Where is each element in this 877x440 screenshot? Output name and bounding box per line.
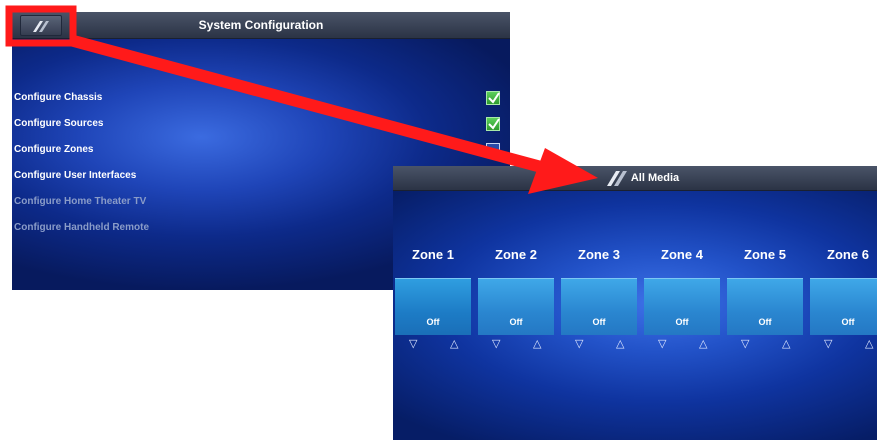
window-title: All Media bbox=[630, 172, 680, 184]
zone-5-status: Off bbox=[758, 317, 772, 327]
zone-5-volume-down-button[interactable]: ▽ bbox=[741, 337, 749, 350]
sources-checkbox[interactable] bbox=[486, 117, 500, 131]
zone-3-volume-up-button[interactable]: △ bbox=[616, 337, 624, 350]
zone-1-status: Off bbox=[426, 317, 440, 327]
zones-checkbox[interactable] bbox=[486, 143, 500, 157]
zone-1-volume-up-button[interactable]: △ bbox=[450, 337, 458, 350]
zone-3-label: Zone 3 bbox=[578, 247, 620, 262]
title-bar: System Configuration bbox=[12, 12, 510, 39]
zone-2-status: Off bbox=[509, 317, 523, 327]
zone-5-label: Zone 5 bbox=[744, 247, 786, 262]
zone-2-volume-down-button[interactable]: ▽ bbox=[492, 337, 500, 350]
zone-4-status: Off bbox=[675, 317, 689, 327]
zone-2-label: Zone 2 bbox=[495, 247, 537, 262]
zone-6-volume-up-button[interactable]: △ bbox=[865, 337, 873, 350]
configure-user-interfaces-item[interactable]: Configure User Interfaces bbox=[14, 168, 149, 194]
zone-3-status: Off bbox=[592, 317, 606, 327]
zone-4-label: Zone 4 bbox=[661, 247, 703, 262]
title-bar: All Media bbox=[393, 166, 877, 191]
zone-6-label: Zone 6 bbox=[827, 247, 869, 262]
zone-4-volume-down-button[interactable]: ▽ bbox=[658, 337, 666, 350]
configure-zones-item[interactable]: Configure Zones bbox=[14, 142, 149, 168]
zone-5-volume-up-button[interactable]: △ bbox=[782, 337, 790, 350]
zone-1-volume-down-button[interactable]: ▽ bbox=[409, 337, 417, 350]
zone-1-label: Zone 1 bbox=[412, 247, 454, 262]
all-media-window: All Media Zone 1 Zone 2 Zone 3 Zone 4 Zo… bbox=[393, 166, 877, 440]
zone-2-volume-up-button[interactable]: △ bbox=[533, 337, 541, 350]
chassis-checkbox[interactable] bbox=[486, 91, 500, 105]
zone-3-volume-down-button[interactable]: ▽ bbox=[575, 337, 583, 350]
configure-chassis-item[interactable]: Configure Chassis bbox=[14, 90, 149, 116]
configure-handheld-remote-item: Configure Handheld Remote bbox=[14, 222, 150, 233]
configure-sources-item[interactable]: Configure Sources bbox=[14, 116, 149, 142]
configuration-list: Configure Chassis Configure Sources Conf… bbox=[14, 90, 149, 246]
configure-home-theater-tv-item: Configure Home Theater TV bbox=[14, 196, 147, 207]
checkmark-icon bbox=[488, 118, 500, 130]
window-title: System Configuration bbox=[198, 18, 324, 32]
zone-6-volume-down-button[interactable]: ▽ bbox=[824, 337, 832, 350]
zone-6-status: Off bbox=[841, 317, 855, 327]
zone-4-volume-up-button[interactable]: △ bbox=[699, 337, 707, 350]
checkmark-icon bbox=[488, 92, 500, 104]
